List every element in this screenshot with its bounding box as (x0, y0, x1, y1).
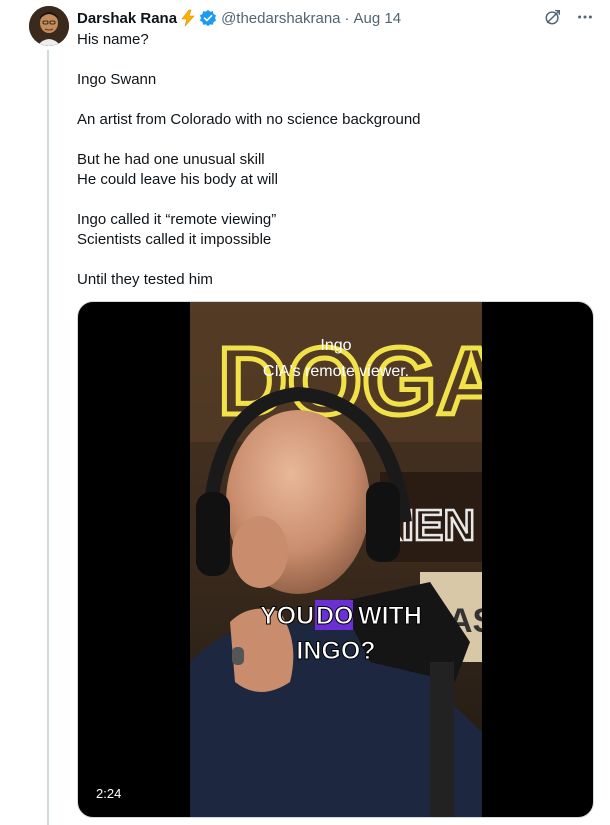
avatar[interactable] (29, 6, 69, 46)
tweet-line: His name? (77, 31, 149, 48)
svg-text:CIA's remote viewer.: CIA's remote viewer. (263, 363, 409, 380)
author-name[interactable]: Darshak Rana (77, 10, 177, 27)
svg-text:DO: DO (316, 602, 354, 630)
svg-text:WITH: WITH (358, 602, 422, 630)
video-still: DOGA RIEN AS Ingo CIA's remote viewer. Y… (190, 302, 482, 817)
tweet-line: But he had one unusual skill (77, 151, 265, 168)
author-handle[interactable]: @thedarshakrana (221, 10, 340, 27)
tweet-date[interactable]: Aug 14 (354, 10, 402, 27)
subtitle-line-2: INGO? (296, 637, 375, 665)
thread-line (47, 50, 49, 825)
tweet-line: Ingo Swann (77, 71, 157, 88)
avatar-image (29, 6, 69, 46)
tweet-line: An artist from Colorado with no science … (77, 111, 421, 128)
lightning-bolt-icon (180, 9, 196, 27)
verified-badge-icon[interactable] (199, 9, 217, 27)
video-player[interactable]: DOGA RIEN AS Ingo CIA's remote viewer. Y… (77, 301, 594, 818)
tweet-line: Scientists called it impossible (77, 231, 272, 248)
more-icon[interactable] (576, 8, 594, 31)
tweet-line: He could leave his body at will (77, 171, 278, 188)
grok-icon[interactable] (544, 8, 562, 31)
separator-dot: · (344, 9, 350, 27)
svg-text:YOU: YOU (260, 602, 314, 630)
svg-text:Ingo: Ingo (320, 337, 351, 354)
tweet-text: His name? Ingo Swann An artist from Colo… (77, 30, 577, 290)
tweet-line: Until they tested him (77, 271, 213, 288)
subtitle-line-1: YOU DO WITH (260, 600, 422, 631)
tweet-actions-top (544, 8, 594, 31)
tweet-line: Ingo called it “remote viewing” (77, 211, 277, 228)
video-duration: 2:24 (96, 786, 122, 801)
tweet-header: Darshak Rana @thedarshakrana · Aug 14 (77, 7, 401, 29)
video-frame: DOGA RIEN AS Ingo CIA's remote viewer. Y… (190, 302, 482, 817)
